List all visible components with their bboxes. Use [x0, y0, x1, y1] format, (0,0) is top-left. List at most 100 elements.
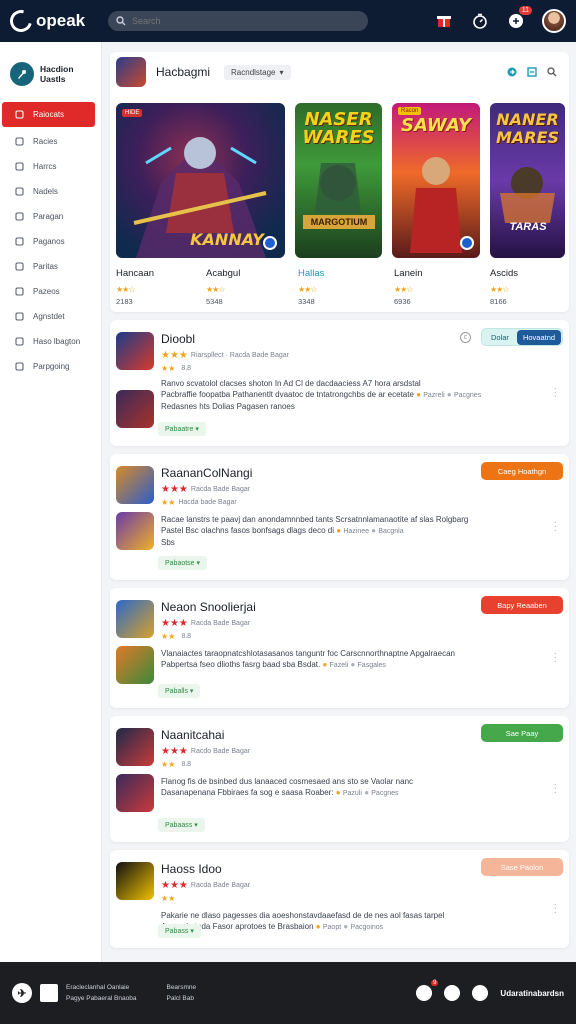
- secondary-action-button[interactable]: Dolar: [483, 333, 517, 342]
- primary-action-label: Caeg Hoathgn: [497, 466, 547, 476]
- sidebar-item[interactable]: Paragan: [0, 204, 101, 229]
- game-link-2[interactable]: Bacgnla: [378, 528, 403, 535]
- game-title[interactable]: Haoss Idoo: [161, 862, 222, 876]
- game-title[interactable]: RaananColNangi: [161, 466, 252, 480]
- tile-3-art: [410, 157, 462, 253]
- sidebar-item[interactable]: Racies: [0, 129, 101, 154]
- more-options-icon[interactable]: · · ·: [554, 649, 557, 667]
- featured-title: Hacbagmi: [156, 65, 211, 79]
- footer-link-4[interactable]: Palcl Bab: [166, 993, 196, 1004]
- sidebar-item[interactable]: Pazeos: [0, 279, 101, 304]
- sidebar-item[interactable]: Paritas: [0, 254, 101, 279]
- sidebar-item[interactable]: Agnstdet: [0, 304, 101, 329]
- game-link-1[interactable]: Pazreli: [423, 392, 444, 399]
- sidebar-item[interactable]: Haso lbagton: [0, 329, 101, 354]
- desc-line-1: Racae lanstrs te paavj dan anondamnnbed …: [161, 515, 469, 524]
- sidebar-item[interactable]: Raiocats: [2, 102, 95, 127]
- sidebar-item[interactable]: Harrcs: [0, 154, 101, 179]
- featured-tile-label[interactable]: Hancaan: [116, 268, 154, 279]
- sidebar-brand[interactable]: Hacdion Uastls: [0, 42, 101, 102]
- share-icon[interactable]: [507, 67, 517, 77]
- game-screenshot-thumb[interactable]: [116, 774, 154, 812]
- primary-action-button[interactable]: Caeg Hoathgn: [481, 462, 563, 480]
- timer-icon[interactable]: [470, 11, 490, 31]
- game-card[interactable]: Haoss Idoo ★★★ Racda Bade Bagar ★★ Pakarie n…: [110, 850, 569, 948]
- featured-tile-label[interactable]: Hallas: [298, 268, 324, 279]
- game-tag-button[interactable]: Pabass ▾: [158, 924, 201, 938]
- app-logo[interactable]: opeak: [5, 5, 108, 37]
- star-rating-icon: ★★★: [161, 618, 188, 629]
- game-link-1[interactable]: Paopt: [323, 924, 341, 931]
- qr-code-icon[interactable]: [40, 984, 58, 1002]
- game-card[interactable]: Neaon Snoolierjai ★★★ Racda Bade Bagar ★★ 8.…: [110, 588, 569, 708]
- sidebar-item[interactable]: Paganos: [0, 229, 101, 254]
- featured-tile-4[interactable]: NANER MARES TARAS: [490, 103, 565, 258]
- home-icon: [14, 110, 24, 120]
- footer-link-1[interactable]: Eracleclanhal Oanlaie: [66, 982, 136, 993]
- game-link-2[interactable]: Pacgnes: [371, 790, 398, 797]
- game-link-1[interactable]: Fazeli: [330, 662, 349, 669]
- star-rating-icon: ★★: [161, 364, 176, 373]
- game-tag-button[interactable]: Pabaass ▾: [158, 818, 205, 832]
- more-options-icon[interactable]: · · ·: [554, 780, 557, 798]
- featured-tile-label[interactable]: Acabgul: [206, 268, 240, 279]
- footer-link-3[interactable]: Bearsmne: [166, 982, 196, 993]
- sidebar-item[interactable]: Nadels: [0, 179, 101, 204]
- mail-icon: [14, 312, 24, 322]
- more-options-icon[interactable]: · · ·: [554, 384, 557, 402]
- search-bar[interactable]: [108, 11, 368, 31]
- game-link-2[interactable]: Fasgales: [358, 662, 386, 669]
- featured-filter-dropdown[interactable]: Racndlstage ▾: [224, 64, 291, 80]
- chat-icon[interactable]: 9: [416, 980, 439, 1001]
- featured-tile-label[interactable]: Lanein: [394, 268, 423, 279]
- gift-icon[interactable]: [434, 11, 454, 31]
- primary-action-button[interactable]: Bapy Reaaben: [481, 596, 563, 614]
- more-options-icon[interactable]: · · ·: [554, 900, 557, 918]
- sidebar-item[interactable]: Parpgoing: [0, 354, 101, 379]
- primary-action-button[interactable]: Sase Paolon: [481, 858, 563, 876]
- footer-logo-icon[interactable]: ✈: [12, 983, 32, 1003]
- game-title[interactable]: Neaon Snoolierjai: [161, 600, 256, 614]
- game-link-1[interactable]: Hazinee: [343, 528, 369, 535]
- featured-tile-label[interactable]: Ascids: [490, 268, 518, 279]
- game-tag-button[interactable]: Pabaotse ▾: [158, 556, 208, 570]
- game-tag-button[interactable]: Pabaatre ▾: [158, 422, 206, 436]
- info-icon[interactable]: c: [460, 332, 471, 343]
- primary-action-button[interactable]: Sae Paay: [481, 724, 563, 742]
- user-group-icon[interactable]: [444, 985, 461, 1001]
- game-icon[interactable]: [116, 862, 154, 900]
- footer-link-2[interactable]: Pagye Pabaeral Bnaoba: [66, 993, 136, 1004]
- game-card[interactable]: RaananColNangi ★★★ Racda Bade Bagar ★★ Hacda…: [110, 454, 569, 580]
- search-icon[interactable]: [547, 67, 557, 77]
- game-card[interactable]: Naanitcahai ★★★ Racdo Bade Bagar ★★ 8.8 Flano…: [110, 716, 569, 842]
- game-icon[interactable]: [116, 728, 154, 766]
- game-icon[interactable]: [116, 466, 154, 504]
- game-link-1[interactable]: Pazuli: [343, 790, 362, 797]
- primary-action-button[interactable]: Hovaatnd: [516, 329, 562, 345]
- game-icon[interactable]: [116, 332, 154, 370]
- featured-tile-2[interactable]: NASER WARES MARGOTIUM: [295, 103, 382, 258]
- game-title[interactable]: Naanitcahai: [161, 728, 224, 742]
- game-score: 8.8: [181, 761, 192, 768]
- game-card[interactable]: Dioobl ★★★ Riarspllect · Racda Bade Bagar ★…: [110, 320, 569, 446]
- featured-tile-1[interactable]: HIDE KANNAY: [116, 103, 285, 258]
- search-input[interactable]: [132, 16, 332, 26]
- game-screenshot-thumb[interactable]: [116, 390, 154, 428]
- star-rating-icon: ★★: [161, 632, 176, 641]
- notifications-button[interactable]: 11: [506, 6, 532, 31]
- more-options-icon[interactable]: · · ·: [554, 518, 557, 536]
- game-tag-button[interactable]: Paballs ▾: [158, 684, 201, 698]
- sidebar-item-label: Agnstdet: [33, 312, 65, 321]
- settings-icon[interactable]: [472, 985, 489, 1001]
- game-screenshot-thumb[interactable]: [116, 646, 154, 684]
- footer-notification-badge: 9: [431, 980, 439, 986]
- game-link-2[interactable]: Pacgnes: [454, 392, 481, 399]
- expand-icon[interactable]: [527, 67, 537, 77]
- game-screenshot-thumb[interactable]: [116, 512, 154, 550]
- game-link-2[interactable]: Pacgoinos: [350, 924, 383, 931]
- featured-tile-3[interactable]: Racon SAWAY: [392, 103, 480, 258]
- game-meta: Riarspllect · Racda Bade Bagar: [190, 352, 289, 359]
- user-avatar[interactable]: [542, 9, 566, 33]
- game-icon[interactable]: [116, 600, 154, 638]
- game-title[interactable]: Dioobl: [161, 332, 195, 346]
